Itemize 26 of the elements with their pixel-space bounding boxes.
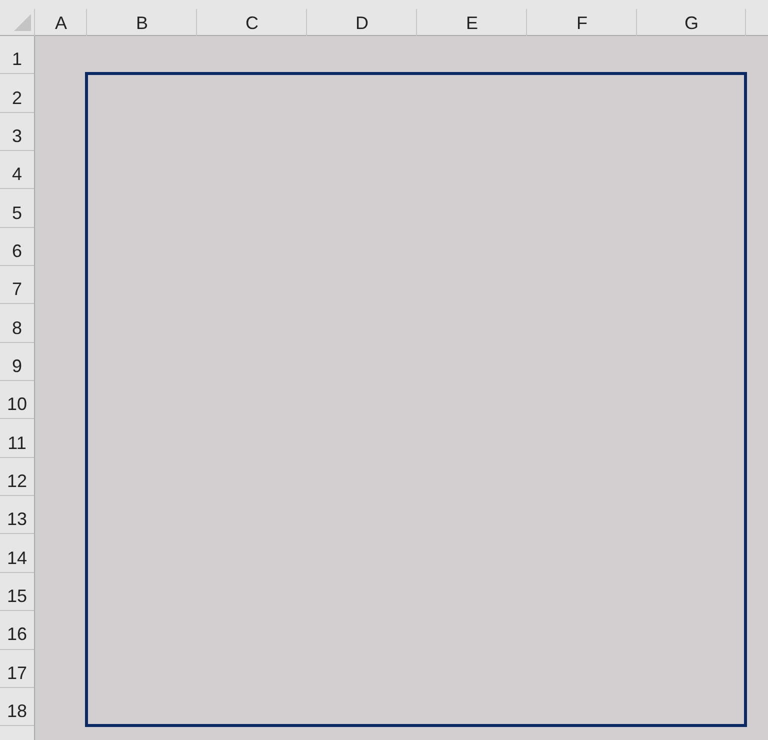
row-header[interactable]: 13 (0, 496, 34, 534)
column-header[interactable]: E (417, 0, 527, 36)
column-header[interactable]: B (87, 0, 197, 36)
row-header[interactable]: 5 (0, 189, 34, 228)
row-header[interactable]: 16 (0, 611, 34, 650)
column-header[interactable]: F (527, 0, 637, 36)
row-header[interactable]: 2 (0, 74, 34, 113)
row-header[interactable]: 15 (0, 572, 34, 612)
row-header[interactable]: 7 (0, 266, 34, 304)
column-header[interactable]: C (197, 0, 307, 36)
column-header[interactable]: D (307, 0, 417, 36)
row-header[interactable]: 6 (0, 228, 34, 266)
row-header[interactable]: 12 (0, 458, 34, 496)
row-header[interactable]: 3 (0, 112, 34, 152)
row-header[interactable]: 14 (0, 534, 34, 573)
row-header[interactable]: 17 (0, 650, 34, 688)
select-all-icon[interactable] (14, 14, 31, 31)
row-header[interactable]: 9 (0, 342, 34, 382)
row-header[interactable]: 11 (0, 419, 34, 458)
row-header[interactable]: 4 (0, 151, 34, 190)
row-header[interactable]: 1 (0, 36, 34, 74)
row-header[interactable]: 8 (0, 304, 34, 343)
column-header[interactable]: G (637, 0, 746, 36)
column-header[interactable]: A (35, 0, 87, 36)
row-header[interactable]: 18 (0, 688, 34, 726)
row-header[interactable]: 10 (0, 381, 34, 420)
